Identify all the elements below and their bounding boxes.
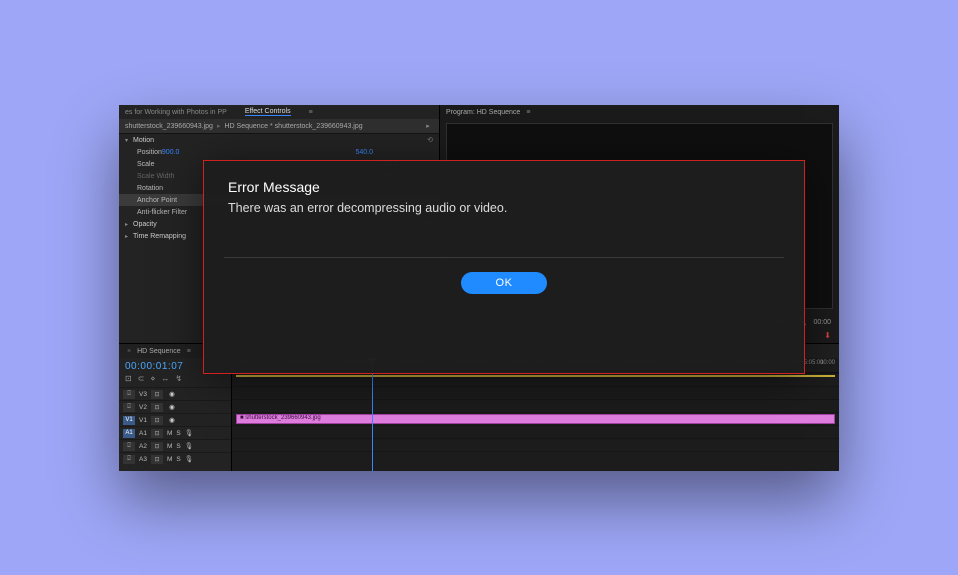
mic-icon[interactable]: 🎙 (185, 429, 193, 437)
tab-working-photos[interactable]: es for Working with Photos in PP (125, 109, 227, 116)
link-icon[interactable]: ⊂ (138, 374, 145, 383)
track-a1[interactable]: A1A1⊡MS🎙 (119, 426, 231, 439)
track-a2[interactable]: ⍁A2⊡MS🎙 (119, 439, 231, 452)
timeline-tracks-area[interactable]: 00:00 00:00:30:12 00:01:01:00 00:01:31:1… (232, 358, 839, 471)
prop-position[interactable]: Position900.0540.0 (119, 146, 439, 158)
playhead[interactable] (372, 358, 373, 471)
program-menu-icon[interactable]: ≡ (526, 109, 530, 116)
modal-message: There was an error decompressing audio o… (228, 201, 784, 215)
lane-a2[interactable] (232, 438, 839, 451)
settings-icon[interactable]: ↯ (175, 374, 182, 383)
crumb-sep: ▸ (217, 122, 221, 130)
lane-a1[interactable] (232, 425, 839, 438)
track-a3[interactable]: ⍁A3⊡MS🎙 (119, 452, 231, 465)
modal-title: Error Message (228, 179, 784, 195)
tab-effect-controls[interactable]: Effect Controls (245, 108, 291, 116)
track-v2[interactable]: ⍁V2⊡◉ (119, 400, 231, 413)
eye-icon[interactable]: ◉ (167, 416, 177, 424)
crumb-target: HD Sequence * shutterstock_239660943.jpg (224, 123, 362, 130)
lane-a3[interactable] (232, 451, 839, 464)
track-v3[interactable]: ⍁V3⊡◉ (119, 387, 231, 400)
modal-divider (224, 257, 784, 258)
clip-label: ■ shutterstock_239660943.jpg (240, 415, 321, 421)
tab-program[interactable]: Program: HD Sequence (446, 109, 520, 116)
error-modal: Error Message There was an error decompr… (203, 160, 805, 374)
timeline-menu-icon[interactable]: ≡ (187, 348, 191, 355)
lane-v3[interactable] (232, 386, 839, 399)
lane-v1[interactable]: ■ shutterstock_239660943.jpg (232, 412, 839, 425)
clip-v1[interactable]: ■ shutterstock_239660943.jpg (236, 414, 835, 424)
eye-icon[interactable]: ◉ (167, 390, 177, 398)
lane-v2[interactable] (232, 399, 839, 412)
prop-motion[interactable]: Motion⟲ (119, 134, 439, 146)
program-timecode: 00:00 (813, 319, 831, 326)
keyframe-nav-icon[interactable]: ▸ (423, 121, 433, 131)
snap-icon[interactable]: ⊡ (125, 374, 132, 383)
mic-icon[interactable]: 🎙 (185, 455, 193, 463)
mic-icon[interactable]: 🎙 (185, 442, 193, 450)
crumb-master: shutterstock_239660943.jpg (125, 123, 213, 130)
effect-breadcrumb: shutterstock_239660943.jpg ▸ HD Sequence… (119, 119, 439, 134)
ripple-icon[interactable]: ↔ (161, 374, 169, 383)
work-area-bar[interactable] (236, 375, 835, 377)
eye-icon[interactable]: ◉ (167, 403, 177, 411)
tab-sequence[interactable]: HD Sequence (137, 348, 181, 355)
export-frame-icon[interactable]: ⬇ (824, 331, 831, 343)
track-v1[interactable]: V1V1⊡◉ (119, 413, 231, 426)
marker-icon[interactable]: ⋄ (150, 374, 155, 383)
panel-menu-icon[interactable]: ≡ (309, 109, 313, 116)
ok-button[interactable]: OK (461, 272, 547, 294)
